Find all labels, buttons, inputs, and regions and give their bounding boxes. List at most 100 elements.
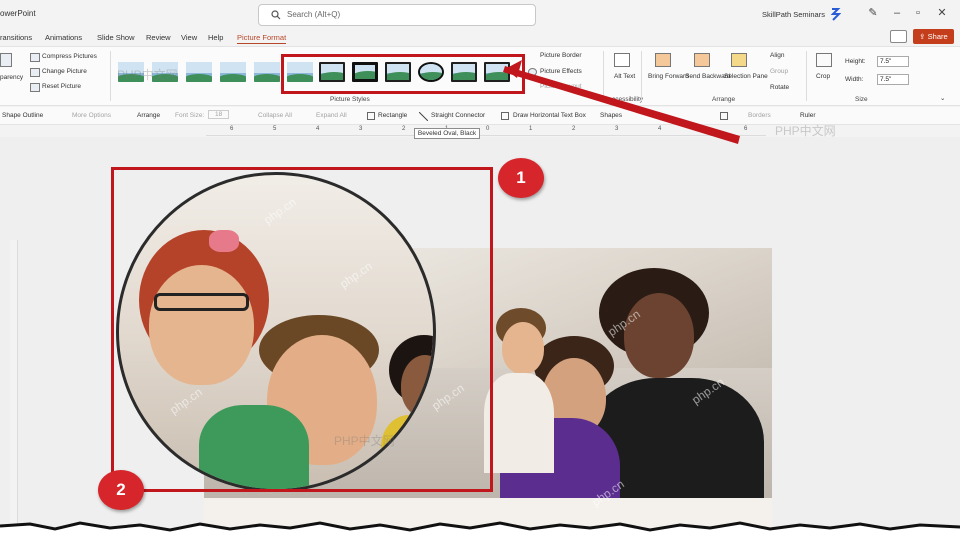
share-label: Share bbox=[927, 32, 948, 41]
shape-outline-button[interactable]: Shape Outline bbox=[2, 112, 43, 119]
tab-view[interactable]: View bbox=[181, 33, 197, 42]
bring-forward-button[interactable]: Bring Forward bbox=[648, 73, 689, 80]
account-name[interactable]: SkillPath Seminars bbox=[762, 10, 825, 19]
bring-forward-icon bbox=[655, 53, 671, 67]
ruler-number: 2 bbox=[572, 126, 576, 132]
title-bar: owerPoint Search (Alt+Q) SkillPath Semin… bbox=[0, 0, 960, 30]
style-tooltip: Beveled Oval, Black bbox=[414, 128, 480, 139]
pen-icon[interactable]: ✎ bbox=[866, 6, 880, 20]
text-box-icon bbox=[501, 112, 509, 120]
app-title: owerPoint bbox=[0, 9, 36, 18]
compress-pictures-button[interactable]: Compress Pictures bbox=[42, 53, 97, 60]
crop-button[interactable]: Crop bbox=[816, 73, 830, 80]
shapes-button[interactable]: Shapes bbox=[600, 112, 622, 119]
reset-picture-icon bbox=[30, 83, 40, 92]
transparency-icon[interactable] bbox=[0, 53, 12, 67]
search-placeholder: Search (Alt+Q) bbox=[287, 10, 341, 19]
straight-connector-button[interactable]: Straight Connector bbox=[431, 112, 485, 119]
ruler-number: 3 bbox=[359, 126, 363, 132]
picture-style-thumb[interactable] bbox=[254, 62, 280, 82]
search-icon bbox=[271, 10, 281, 20]
rotate-button[interactable]: Rotate bbox=[770, 84, 789, 91]
tab-animations[interactable]: Animations bbox=[45, 33, 82, 42]
ruler-number: 5 bbox=[273, 126, 277, 132]
tab-transitions[interactable]: ransitions bbox=[0, 33, 32, 42]
ruler-number: 4 bbox=[658, 126, 662, 132]
menu-bar: ransitions Animations Slide Show Review … bbox=[0, 30, 960, 46]
torn-edge bbox=[0, 521, 960, 537]
transparency-label[interactable]: parency bbox=[0, 74, 23, 81]
designer-icon[interactable] bbox=[830, 7, 841, 21]
arrange-button[interactable]: Arrange bbox=[137, 112, 160, 119]
separator bbox=[641, 51, 642, 101]
collapse-all-button[interactable]: Collapse All bbox=[258, 112, 292, 119]
annotation-box-styles bbox=[281, 54, 525, 94]
separator bbox=[603, 51, 604, 101]
width-input[interactable]: 7.5" bbox=[877, 74, 909, 85]
accessibility-group-label: ccessibility bbox=[612, 96, 644, 103]
vertical-ruler bbox=[10, 240, 18, 537]
picture-layout-button[interactable]: Picture Layout bbox=[540, 83, 582, 90]
align-button[interactable]: Align bbox=[770, 52, 784, 59]
annotation-box-picture bbox=[111, 167, 493, 492]
maximize-icon[interactable]: ▫ bbox=[911, 6, 925, 20]
tab-help[interactable]: Help bbox=[208, 33, 223, 42]
more-options-button[interactable]: More Options bbox=[72, 112, 111, 119]
ruler-button[interactable]: Ruler bbox=[800, 112, 816, 119]
annotation-badge-1: 1 bbox=[498, 158, 544, 198]
close-icon[interactable]: ✕ bbox=[935, 6, 949, 20]
horizontal-ruler: 6 5 4 3 2 1 0 1 2 3 4 5 6 bbox=[206, 126, 766, 136]
draw-text-box-button[interactable]: Draw Horizontal Text Box bbox=[513, 112, 586, 119]
photo-person-face bbox=[502, 322, 544, 374]
ruler-number: 2 bbox=[402, 126, 406, 132]
tab-picture-format[interactable]: Picture Format bbox=[237, 33, 287, 44]
separator bbox=[110, 51, 111, 101]
size-group-label: Size bbox=[855, 96, 868, 103]
picture-effects-icon bbox=[528, 68, 537, 76]
picture-border-button[interactable]: Picture Border bbox=[540, 52, 582, 59]
width-label: Width: bbox=[845, 76, 864, 83]
picture-style-thumb[interactable] bbox=[186, 62, 212, 82]
change-picture-icon bbox=[30, 68, 40, 77]
change-picture-button[interactable]: Change Picture bbox=[42, 68, 87, 75]
ruler-number: 6 bbox=[744, 126, 748, 132]
search-box[interactable]: Search (Alt+Q) bbox=[258, 4, 536, 26]
ruler-number: 1 bbox=[529, 126, 533, 132]
compress-icon bbox=[30, 53, 40, 62]
tab-review[interactable]: Review bbox=[146, 33, 171, 42]
connector-icon bbox=[419, 112, 428, 121]
separator bbox=[806, 51, 807, 101]
reset-picture-button[interactable]: Reset Picture bbox=[42, 83, 81, 90]
present-button[interactable] bbox=[890, 30, 907, 43]
collapse-ribbon-icon[interactable]: ⌄ bbox=[940, 94, 945, 102]
crop-icon bbox=[816, 53, 832, 67]
tab-slide-show[interactable]: Slide Show bbox=[97, 33, 135, 42]
picture-style-thumb[interactable] bbox=[220, 62, 246, 82]
alt-text-icon bbox=[614, 53, 630, 67]
rectangle-button[interactable]: Rectangle bbox=[378, 112, 407, 119]
send-backward-icon bbox=[694, 53, 710, 67]
ruler-number: 5 bbox=[701, 126, 705, 132]
ruler-number: 4 bbox=[316, 126, 320, 132]
share-button[interactable]: ⇪ Share bbox=[913, 29, 954, 44]
font-size-label: Font Size: bbox=[175, 112, 205, 119]
checkbox-icon[interactable] bbox=[720, 112, 728, 120]
watermark: PHP中文网 bbox=[775, 124, 836, 138]
selection-pane-button[interactable]: Selection Pane bbox=[724, 73, 768, 80]
ruler-number: 0 bbox=[486, 126, 490, 132]
minimize-icon[interactable]: – bbox=[890, 6, 904, 20]
font-size-input[interactable]: 18 bbox=[208, 110, 230, 119]
annotation-badge-2: 2 bbox=[98, 470, 144, 510]
expand-all-button[interactable]: Expand All bbox=[316, 112, 347, 119]
rectangle-icon bbox=[367, 112, 375, 120]
picture-styles-group-label: Picture Styles bbox=[330, 96, 370, 103]
watermark: PHP中文网 bbox=[117, 68, 178, 82]
photo-person-shirt bbox=[484, 373, 554, 473]
ruler-number: 3 bbox=[615, 126, 619, 132]
height-input[interactable]: 7.5" bbox=[877, 56, 909, 67]
alt-text-button[interactable]: Alt Text bbox=[614, 73, 635, 80]
height-label: Height: bbox=[845, 58, 866, 65]
borders-button[interactable]: Borders bbox=[748, 112, 771, 119]
group-button[interactable]: Group bbox=[770, 68, 788, 75]
picture-effects-button[interactable]: Picture Effects bbox=[540, 68, 582, 75]
